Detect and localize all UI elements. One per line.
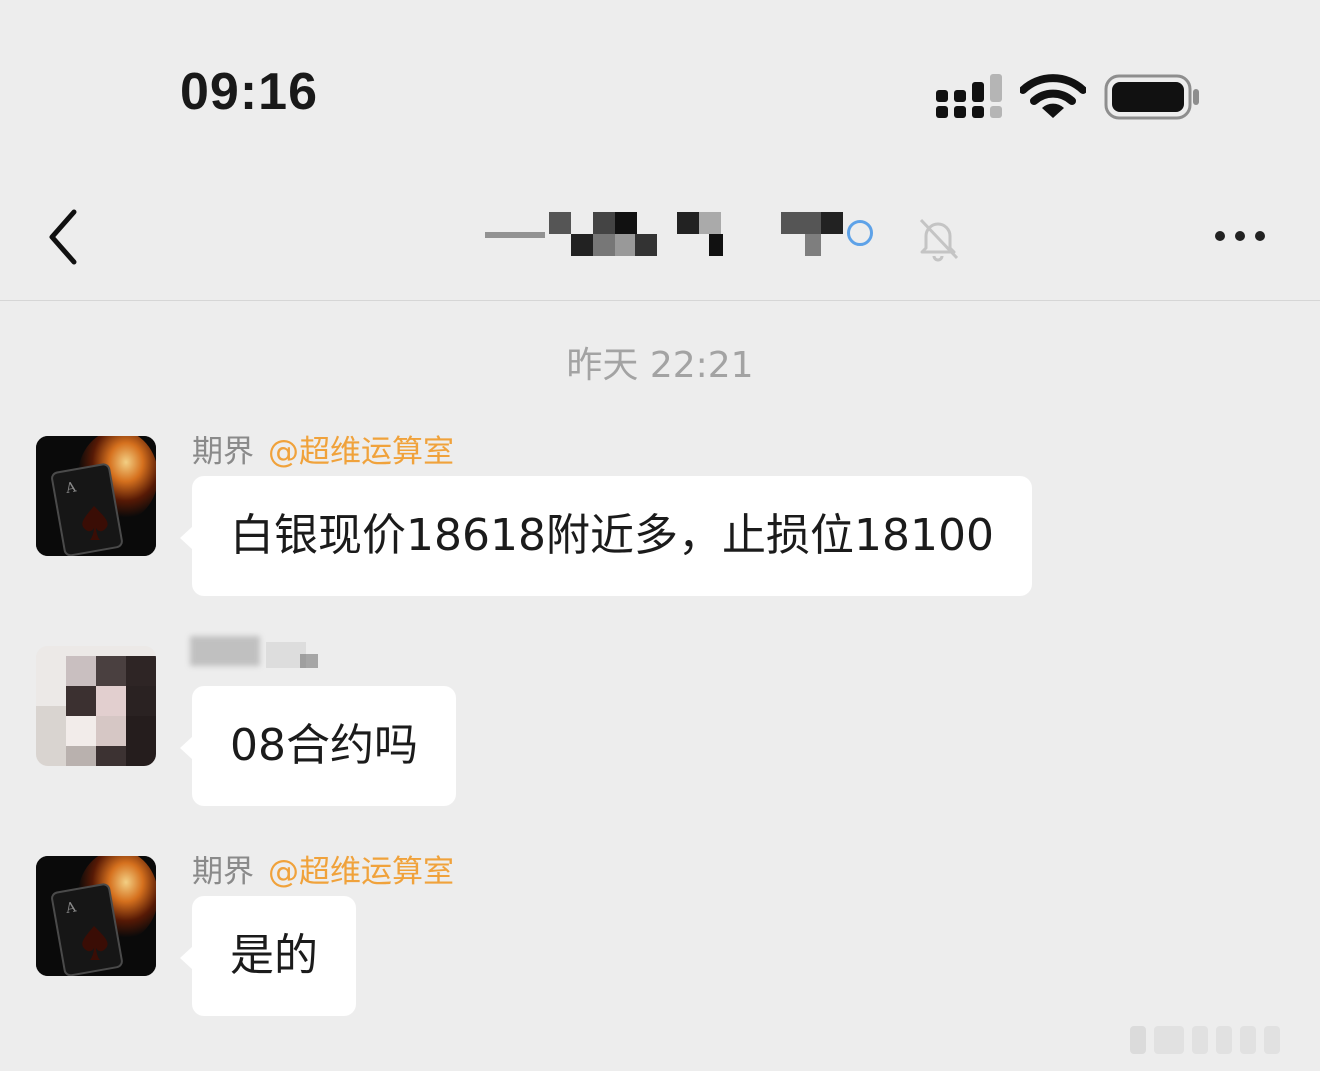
sender-name-text: 期界 [192, 434, 254, 470]
chevron-left-icon[interactable] [40, 204, 90, 270]
message-bubble[interactable]: 是的 [180, 896, 356, 1016]
sender-name-pixelated [190, 636, 330, 680]
message-time-divider: 昨天 22:21 [566, 345, 754, 386]
status-bar: 09:16 [0, 0, 1320, 160]
flaming-ace-of-spades-avatar[interactable]: A [36, 436, 156, 556]
more-options-button[interactable] [1205, 220, 1275, 250]
bell-slash-icon [919, 218, 959, 262]
status-time: 09:16 [180, 63, 318, 121]
message-bubble[interactable]: 白银现价18618附近多，止损位18100 [180, 476, 1032, 596]
sender-mention[interactable]: @超维运算室 [268, 854, 454, 890]
pixelated-user-avatar[interactable] [36, 646, 156, 766]
sender-name: 期界 @超维运算室 [192, 426, 454, 471]
battery-icon [1104, 74, 1199, 120]
chat-title [475, 208, 965, 268]
chat-header [0, 180, 1320, 301]
cellular-signal-icon [936, 74, 1002, 118]
sender-name-text: 期界 [192, 854, 254, 890]
sender-mention[interactable]: @超维运算室 [268, 434, 454, 470]
title-mosaic [475, 210, 873, 258]
wifi-icon [1020, 74, 1086, 118]
sender-name: 期界 @超维运算室 [192, 846, 454, 891]
watermark-bars [1130, 1026, 1280, 1054]
message-bubble[interactable]: 08合约吗 [180, 686, 456, 806]
flaming-ace-of-spades-avatar[interactable]: A [36, 856, 156, 976]
